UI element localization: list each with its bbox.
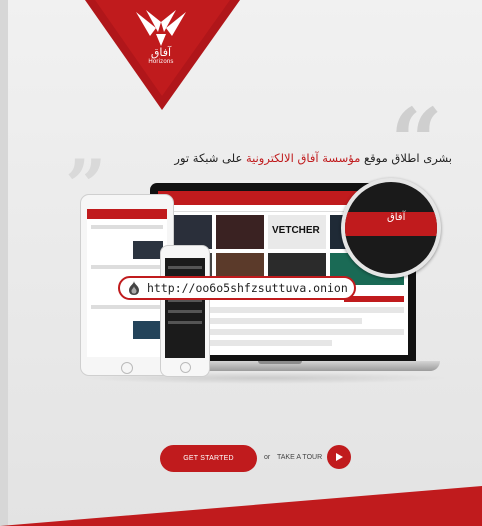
- magnifier-circle: آفاق: [341, 178, 441, 278]
- horizons-logo[interactable]: آفاق Horizons: [125, 8, 197, 65]
- headline-part2: على شبكة تور: [174, 151, 246, 165]
- wings-logo-icon: [136, 10, 186, 46]
- play-button[interactable]: [327, 445, 351, 469]
- laptop-notch: [258, 361, 302, 364]
- list-item: [344, 296, 404, 302]
- tablet-header-bar: [87, 209, 167, 219]
- list-item: [133, 241, 163, 259]
- list-item: [91, 305, 163, 309]
- list-item: [133, 321, 163, 339]
- logo-arabic-text: آفاق: [150, 46, 172, 59]
- list-item: [91, 265, 163, 269]
- featured-tile: VETCHER: [268, 215, 326, 249]
- featured-tile: [216, 215, 264, 249]
- phone-mockup: [160, 245, 210, 377]
- phone-screen: [165, 258, 205, 358]
- landing-page: آفاق Horizons “ ” بشرى اطلاق موقع مؤسسة …: [0, 0, 482, 526]
- tablet-home-button: [121, 362, 133, 374]
- take-a-tour-link[interactable]: TAKE A TOUR: [277, 454, 322, 461]
- phone-home-button: [180, 362, 191, 373]
- list-item: [168, 310, 202, 313]
- get-started-button[interactable]: GET STARTED: [160, 445, 257, 472]
- list-item: [168, 321, 202, 324]
- headline-highlight: مؤسسة آفاق الالكترونية: [245, 151, 361, 165]
- or-text: or: [264, 454, 271, 461]
- list-item: [91, 225, 163, 229]
- onion-url-text[interactable]: http://oo6o5shfzsuttuva.onion: [147, 281, 348, 295]
- banner-text: VETCHER: [272, 225, 320, 236]
- announcement-headline: بشرى اطلاق موقع مؤسسة آفاق الالكترونية ع…: [90, 151, 452, 165]
- headline-part1: بشرى اطلاق موقع: [360, 151, 452, 165]
- list-item: [168, 266, 202, 269]
- magnified-logo: آفاق: [387, 212, 406, 223]
- onion-icon: [129, 281, 139, 295]
- open-quote-icon: “: [390, 88, 443, 196]
- onion-url-bar[interactable]: http://oo6o5shfzsuttuva.onion: [118, 276, 356, 300]
- bottom-red-triangle: [0, 486, 482, 526]
- logo-english-text: Horizons: [148, 59, 174, 65]
- play-icon: [336, 453, 343, 461]
